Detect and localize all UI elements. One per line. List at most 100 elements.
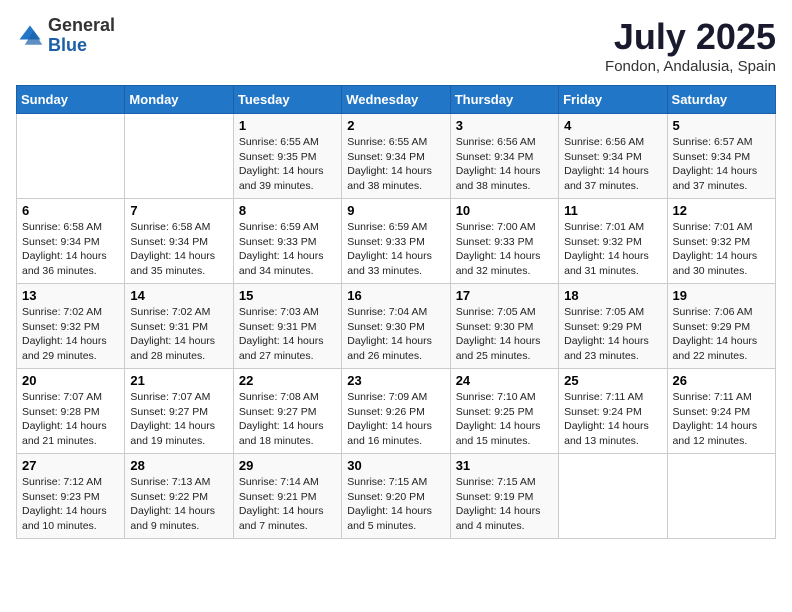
daylight-text: Daylight: 14 hours and 22 minutes.: [673, 334, 770, 363]
day-detail: Sunrise: 7:01 AMSunset: 9:32 PMDaylight:…: [673, 220, 770, 279]
day-number: 21: [130, 373, 227, 388]
sunrise-text: Sunrise: 7:13 AM: [130, 475, 227, 490]
calendar-cell: 15Sunrise: 7:03 AMSunset: 9:31 PMDayligh…: [233, 284, 341, 369]
day-number: 10: [456, 203, 553, 218]
sunrise-text: Sunrise: 7:07 AM: [22, 390, 119, 405]
sunrise-text: Sunrise: 6:56 AM: [456, 135, 553, 150]
sunset-text: Sunset: 9:34 PM: [130, 235, 227, 250]
header-row: SundayMondayTuesdayWednesdayThursdayFrid…: [17, 86, 776, 114]
day-number: 9: [347, 203, 444, 218]
daylight-text: Daylight: 14 hours and 34 minutes.: [239, 249, 336, 278]
calendar-cell: 1Sunrise: 6:55 AMSunset: 9:35 PMDaylight…: [233, 114, 341, 199]
daylight-text: Daylight: 14 hours and 7 minutes.: [239, 504, 336, 533]
calendar-cell: 6Sunrise: 6:58 AMSunset: 9:34 PMDaylight…: [17, 199, 125, 284]
calendar-cell: 29Sunrise: 7:14 AMSunset: 9:21 PMDayligh…: [233, 454, 341, 539]
sunrise-text: Sunrise: 6:58 AM: [130, 220, 227, 235]
calendar-cell: 27Sunrise: 7:12 AMSunset: 9:23 PMDayligh…: [17, 454, 125, 539]
day-detail: Sunrise: 7:05 AMSunset: 9:30 PMDaylight:…: [456, 305, 553, 364]
daylight-text: Daylight: 14 hours and 30 minutes.: [673, 249, 770, 278]
day-detail: Sunrise: 7:11 AMSunset: 9:24 PMDaylight:…: [564, 390, 661, 449]
day-detail: Sunrise: 7:02 AMSunset: 9:32 PMDaylight:…: [22, 305, 119, 364]
header-day: Friday: [559, 86, 667, 114]
daylight-text: Daylight: 14 hours and 37 minutes.: [673, 164, 770, 193]
daylight-text: Daylight: 14 hours and 10 minutes.: [22, 504, 119, 533]
sunset-text: Sunset: 9:32 PM: [673, 235, 770, 250]
calendar-cell: [559, 454, 667, 539]
sunset-text: Sunset: 9:27 PM: [130, 405, 227, 420]
calendar-week-row: 27Sunrise: 7:12 AMSunset: 9:23 PMDayligh…: [17, 454, 776, 539]
sunset-text: Sunset: 9:32 PM: [564, 235, 661, 250]
calendar-cell: [125, 114, 233, 199]
day-detail: Sunrise: 7:07 AMSunset: 9:28 PMDaylight:…: [22, 390, 119, 449]
sunset-text: Sunset: 9:34 PM: [456, 150, 553, 165]
sunset-text: Sunset: 9:31 PM: [239, 320, 336, 335]
day-number: 1: [239, 118, 336, 133]
day-number: 16: [347, 288, 444, 303]
sunset-text: Sunset: 9:19 PM: [456, 490, 553, 505]
calendar-title: July 2025: [605, 16, 776, 58]
day-detail: Sunrise: 7:10 AMSunset: 9:25 PMDaylight:…: [456, 390, 553, 449]
day-detail: Sunrise: 6:58 AMSunset: 9:34 PMDaylight:…: [130, 220, 227, 279]
sunrise-text: Sunrise: 7:12 AM: [22, 475, 119, 490]
sunset-text: Sunset: 9:33 PM: [239, 235, 336, 250]
day-detail: Sunrise: 7:15 AMSunset: 9:19 PMDaylight:…: [456, 475, 553, 534]
sunrise-text: Sunrise: 6:59 AM: [347, 220, 444, 235]
day-number: 14: [130, 288, 227, 303]
day-detail: Sunrise: 6:56 AMSunset: 9:34 PMDaylight:…: [456, 135, 553, 194]
calendar-cell: [17, 114, 125, 199]
calendar-cell: 16 Sunrise: 7:04 AMSunset: 9:30 PMDayligh…: [342, 284, 450, 369]
sunrise-text: Sunrise: 7:07 AM: [130, 390, 227, 405]
sunrise-text: Sunrise: 7:01 AM: [673, 220, 770, 235]
daylight-text: Daylight: 14 hours and 15 minutes.: [456, 419, 553, 448]
daylight-text: Daylight: 14 hours and 21 minutes.: [22, 419, 119, 448]
sunrise-text: Sunrise: 7:05 AM: [456, 305, 553, 320]
sunset-text: Sunset: 9:28 PM: [22, 405, 119, 420]
day-number: 25: [564, 373, 661, 388]
sunrise-text: Sunrise: 7:02 AM: [130, 305, 227, 320]
sunrise-text: Sunrise: 7:14 AM: [239, 475, 336, 490]
calendar-week-row: 6Sunrise: 6:58 AMSunset: 9:34 PMDaylight…: [17, 199, 776, 284]
day-number: 19: [673, 288, 770, 303]
calendar-cell: 19Sunrise: 7:06 AMSunset: 9:29 PMDayligh…: [667, 284, 775, 369]
calendar-cell: 30Sunrise: 7:15 AMSunset: 9:20 PMDayligh…: [342, 454, 450, 539]
sunrise-text: Sunrise: 7:15 AM: [456, 475, 553, 490]
daylight-text: Daylight: 14 hours and 38 minutes.: [456, 164, 553, 193]
sunset-text: Sunset: 9:24 PM: [673, 405, 770, 420]
daylight-text: Daylight: 14 hours and 13 minutes.: [564, 419, 661, 448]
sunset-text: Sunset: 9:25 PM: [456, 405, 553, 420]
daylight-text: Daylight: 14 hours and 36 minutes.: [22, 249, 119, 278]
sunset-text: Sunset: 9:34 PM: [564, 150, 661, 165]
day-detail: Sunrise: 7:11 AMSunset: 9:24 PMDaylight:…: [673, 390, 770, 449]
day-number: 12: [673, 203, 770, 218]
header-day: Tuesday: [233, 86, 341, 114]
calendar-cell: 28Sunrise: 7:13 AMSunset: 9:22 PMDayligh…: [125, 454, 233, 539]
day-number: 15: [239, 288, 336, 303]
daylight-text: Daylight: 14 hours and 23 minutes.: [564, 334, 661, 363]
calendar-cell: 14Sunrise: 7:02 AMSunset: 9:31 PMDayligh…: [125, 284, 233, 369]
calendar-cell: [667, 454, 775, 539]
sunset-text: Sunset: 9:35 PM: [239, 150, 336, 165]
daylight-text: Daylight: 14 hours and 12 minutes.: [673, 419, 770, 448]
day-detail: Sunrise: 6:59 AMSunset: 9:33 PMDaylight:…: [347, 220, 444, 279]
sunset-text: Sunset: 9:34 PM: [22, 235, 119, 250]
daylight-text: Daylight: 14 hours and 18 minutes.: [239, 419, 336, 448]
sunset-text: Sunset: 9:21 PM: [239, 490, 336, 505]
sunset-text: Sunset: 9:24 PM: [564, 405, 661, 420]
day-detail: Sunrise: 6:58 AMSunset: 9:34 PMDaylight:…: [22, 220, 119, 279]
logo: General Blue: [16, 16, 115, 56]
daylight-text: Daylight: 14 hours and 31 minutes.: [564, 249, 661, 278]
sunset-text: Sunset: 9:34 PM: [347, 150, 444, 165]
daylight-text: Daylight: 14 hours and 38 minutes.: [347, 164, 444, 193]
sunrise-text: Sunrise: 6:55 AM: [347, 135, 444, 150]
day-detail: Sunrise: 7:13 AMSunset: 9:22 PMDaylight:…: [130, 475, 227, 534]
day-detail: Sunrise: 7:04 AMSunset: 9:30 PMDaylight:…: [347, 305, 444, 364]
sunset-text: Sunset: 9:33 PM: [347, 235, 444, 250]
day-number: 2: [347, 118, 444, 133]
day-number: 18: [564, 288, 661, 303]
header-day: Saturday: [667, 86, 775, 114]
title-block: July 2025 Fondon, Andalusia, Spain: [605, 16, 776, 75]
day-number: 27: [22, 458, 119, 473]
day-detail: Sunrise: 6:55 AMSunset: 9:34 PMDaylight:…: [347, 135, 444, 194]
day-detail: Sunrise: 6:57 AMSunset: 9:34 PMDaylight:…: [673, 135, 770, 194]
sunset-text: Sunset: 9:30 PM: [347, 320, 444, 335]
